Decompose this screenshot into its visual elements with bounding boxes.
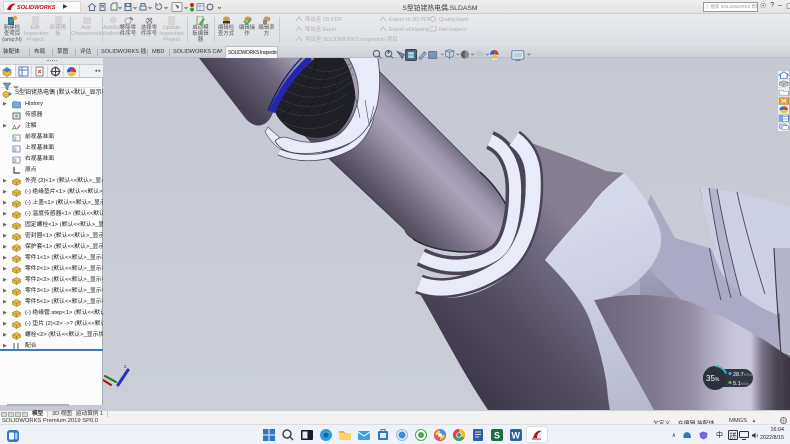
svg-text:W: W bbox=[512, 431, 521, 441]
svg-text:S: S bbox=[494, 431, 500, 441]
svg-text:拼: 拼 bbox=[730, 431, 737, 440]
svg-text:A: A bbox=[12, 125, 17, 131]
svg-text:SOLIDWORKS: SOLIDWORKS bbox=[17, 5, 56, 11]
